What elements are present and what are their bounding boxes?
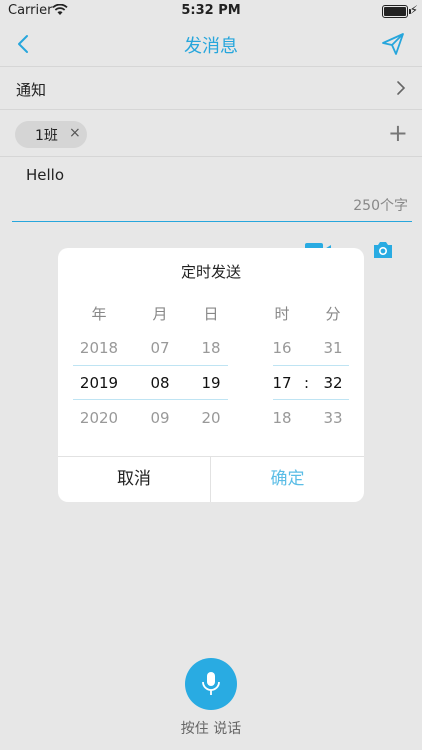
schedule-send-dialog: 定时发送 年 月 日 时 分 2018 07 18 16 31 2019 08 … xyxy=(58,248,364,502)
selection-line xyxy=(73,365,228,366)
selection-line xyxy=(73,399,228,400)
day-header: 日 xyxy=(203,305,219,323)
month-option[interactable]: 09 xyxy=(140,409,180,427)
voice-record-label: 按住 说话 xyxy=(180,721,242,737)
charging-icon: ⚡ xyxy=(409,3,418,17)
minute-option[interactable]: 31 xyxy=(313,339,353,357)
selection-line xyxy=(273,365,349,366)
notice-type-row[interactable]: 通知 xyxy=(0,67,422,109)
minute-option[interactable]: 33 xyxy=(313,409,353,427)
selection-line xyxy=(273,399,349,400)
send-icon xyxy=(382,33,404,55)
dialog-title: 定时发送 xyxy=(180,263,241,281)
month-option[interactable]: 07 xyxy=(140,339,180,357)
send-button[interactable] xyxy=(380,31,406,57)
recipient-chip-label: 1班 xyxy=(35,128,58,144)
battery-icon xyxy=(382,5,411,18)
status-time: 5:32 PM xyxy=(181,3,241,18)
time-separator: : xyxy=(304,374,310,392)
hour-option[interactable]: 18 xyxy=(262,409,302,427)
year-option[interactable]: 2020 xyxy=(79,409,119,427)
add-recipient-button[interactable]: + xyxy=(388,121,408,145)
day-selected[interactable]: 19 xyxy=(191,374,231,392)
chevron-right-icon xyxy=(394,79,408,97)
divider xyxy=(0,156,422,157)
notice-type-label: 通知 xyxy=(16,81,47,99)
char-counter: 250个字 xyxy=(353,198,408,214)
month-header: 月 xyxy=(152,305,168,323)
minute-header: 分 xyxy=(325,305,341,323)
year-selected[interactable]: 2019 xyxy=(79,374,119,392)
day-option[interactable]: 20 xyxy=(191,409,231,427)
message-input[interactable]: Hello xyxy=(26,166,64,184)
microphone-icon xyxy=(202,672,220,695)
cancel-button[interactable]: 取消 xyxy=(58,456,210,502)
status-bar: Carrier 5:32 PM ⚡ xyxy=(0,0,422,22)
year-header: 年 xyxy=(91,305,107,323)
camera-icon[interactable] xyxy=(372,240,394,260)
hour-header: 时 xyxy=(274,305,290,323)
page-title: 发消息 xyxy=(184,36,238,57)
remove-recipient-icon[interactable]: × xyxy=(69,125,81,141)
day-option[interactable]: 18 xyxy=(191,339,231,357)
voice-record-button[interactable] xyxy=(185,658,237,710)
recipients-row: 1班 × + xyxy=(0,110,422,156)
navigation-bar: 发消息 xyxy=(0,22,422,66)
minute-selected[interactable]: 32 xyxy=(313,374,353,392)
year-option[interactable]: 2018 xyxy=(79,339,119,357)
message-underline xyxy=(12,221,412,222)
month-selected[interactable]: 08 xyxy=(140,374,180,392)
hour-selected[interactable]: 17 xyxy=(262,374,302,392)
recipient-chip[interactable]: 1班 × xyxy=(15,121,87,148)
hour-option[interactable]: 16 xyxy=(262,339,302,357)
confirm-button[interactable]: 确定 xyxy=(211,456,364,502)
